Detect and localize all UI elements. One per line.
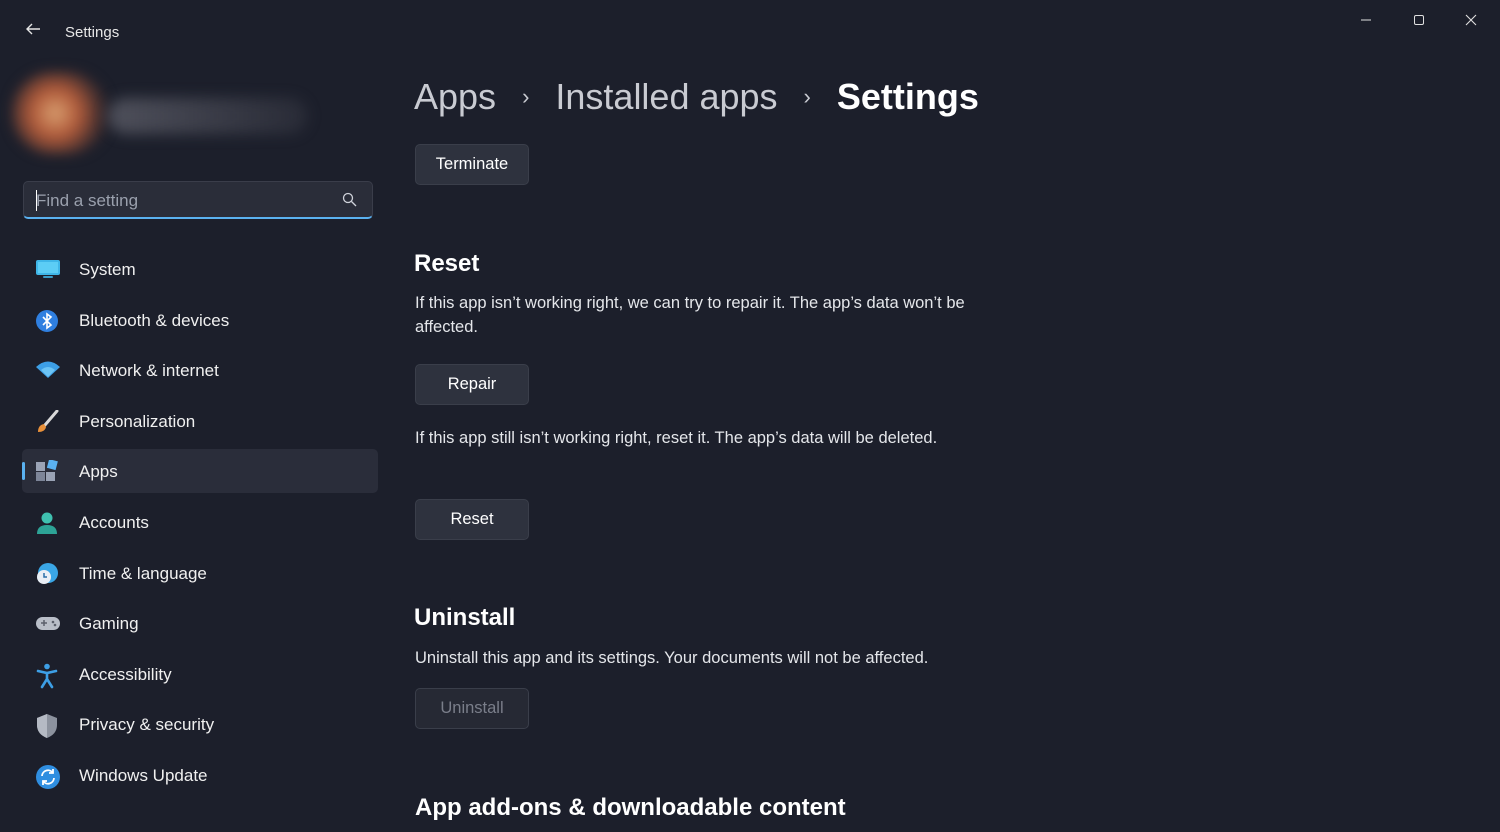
sidebar-item-privacy[interactable]: Privacy & security (22, 702, 378, 746)
window-title: Settings (65, 24, 120, 41)
sidebar-item-system[interactable]: System (22, 247, 378, 291)
close-button[interactable] (1448, 10, 1494, 32)
back-button[interactable] (22, 20, 44, 42)
chevron-right-icon: › (803, 84, 811, 109)
sidebar-item-bluetooth[interactable]: Bluetooth & devices (22, 298, 378, 342)
maximize-button[interactable] (1396, 10, 1442, 32)
breadcrumb-installed-apps[interactable]: Installed apps (555, 76, 777, 118)
sidebar-item-label: Network & internet (79, 361, 219, 381)
maximize-icon (1414, 15, 1424, 25)
repair-button[interactable]: Repair (415, 364, 529, 405)
sidebar-item-label: Bluetooth & devices (79, 310, 230, 330)
terminate-button[interactable]: Terminate (415, 144, 529, 185)
section-title-addons: App add-ons & downloadable content (415, 794, 846, 821)
sidebar-item-label: Apps (79, 462, 118, 482)
search-icon[interactable] (342, 192, 358, 208)
breadcrumb: Apps › Installed apps › Settings (414, 72, 979, 122)
sidebar-item-label: Privacy & security (79, 715, 215, 735)
clock-globe-icon (35, 562, 59, 584)
sidebar-item-label: Windows Update (79, 765, 208, 785)
apps-icon (35, 459, 59, 482)
sidebar-item-label: Personalization (79, 411, 196, 431)
chevron-right-icon: › (522, 84, 530, 109)
text-caret (36, 190, 37, 211)
sidebar-item-accessibility[interactable]: Accessibility (22, 652, 378, 696)
sidebar-item-label: Accounts (79, 512, 149, 532)
search-box[interactable] (23, 181, 373, 219)
minimize-button[interactable] (1343, 10, 1389, 32)
repair-description: If this app isn’t working right, we can … (415, 294, 965, 336)
sidebar-item-gaming[interactable]: Gaming (22, 601, 378, 645)
shield-icon (35, 713, 59, 739)
profile-name-blurred (108, 98, 308, 134)
minimize-icon (1361, 19, 1371, 21)
sidebar-item-label: Gaming (79, 614, 139, 634)
sidebar-item-label: System (79, 260, 136, 279)
sidebar-item-label: Accessibility (79, 664, 172, 684)
system-icon (35, 258, 60, 280)
search-input[interactable] (34, 188, 338, 214)
sidebar-item-network[interactable]: Network & internet (22, 348, 378, 392)
back-arrow-icon (26, 23, 40, 35)
bluetooth-icon (35, 309, 59, 332)
reset-description: If this app still isn’t working right, r… (415, 429, 938, 447)
gamepad-icon (35, 612, 60, 634)
person-icon (35, 511, 59, 534)
uninstall-description: Uninstall this app and its settings. You… (415, 649, 929, 667)
close-icon (1465, 14, 1477, 26)
sidebar-item-label: Time & language (79, 563, 207, 583)
section-title-reset: Reset (414, 250, 480, 277)
accessibility-icon (35, 663, 59, 689)
title-bar: Settings (0, 0, 1500, 64)
sidebar-item-time-language[interactable]: Time & language (22, 551, 378, 595)
sidebar-item-windows-update[interactable]: Windows Update (22, 753, 378, 797)
uninstall-button[interactable]: Uninstall (415, 688, 529, 729)
reset-button[interactable]: Reset (415, 499, 529, 540)
page-title: Settings (836, 76, 979, 117)
brush-icon (35, 409, 59, 432)
update-icon (35, 764, 60, 789)
avatar (12, 72, 108, 154)
sidebar-nav: System Bluetooth & devices Network & int… (22, 247, 378, 804)
section-title-uninstall: Uninstall (414, 604, 516, 631)
wifi-icon (35, 359, 60, 381)
user-profile[interactable] (12, 72, 312, 154)
sidebar-item-apps[interactable]: Apps (22, 449, 378, 494)
sidebar-item-personalization[interactable]: Personalization (22, 399, 378, 443)
breadcrumb-apps[interactable]: Apps (414, 76, 496, 118)
sidebar-item-accounts[interactable]: Accounts (22, 500, 378, 544)
